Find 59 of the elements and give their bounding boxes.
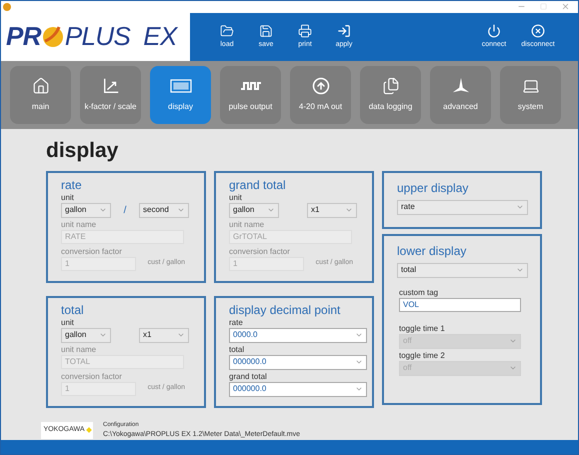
chart-axis-icon	[102, 76, 120, 95]
separator-text: /	[122, 204, 128, 218]
unit-dropdown[interactable]: x1	[139, 328, 189, 343]
pulse-wave-icon	[240, 80, 260, 91]
nav-tab[interactable]: data logging	[360, 66, 421, 124]
field-label: toggle time 2	[399, 350, 446, 361]
field-label: unit name	[61, 344, 98, 355]
house-icon	[32, 76, 50, 95]
field-label: toggle time 1	[399, 324, 446, 334]
decimal-dropdown[interactable]: 000000.0	[229, 354, 367, 370]
documents-icon	[382, 76, 400, 95]
close-circle-icon	[531, 24, 545, 38]
decimal-dropdown[interactable]: 0000.0	[229, 328, 367, 343]
close-icon[interactable]	[561, 2, 570, 12]
nav-tab[interactable]: system	[500, 66, 561, 124]
field-label: unit name	[61, 220, 98, 230]
field-label: conversion factor	[61, 246, 123, 257]
field-label: unit name	[229, 220, 266, 230]
nav-tab[interactable]: pulse output	[220, 66, 281, 124]
unit-dropdown[interactable]: gallon	[61, 202, 111, 218]
field-label: grand total	[229, 372, 268, 382]
field-label: rate	[229, 318, 244, 328]
field-label: unit	[229, 192, 243, 203]
unit-dropdown[interactable]: x1	[307, 202, 357, 218]
upper-display-dropdown[interactable]: rate	[397, 200, 528, 215]
arrow-icon	[337, 24, 351, 38]
unit-dropdown[interactable]: second	[139, 202, 189, 218]
field-label: total	[229, 344, 246, 355]
nav-tab[interactable]: k-factor / scale	[80, 66, 141, 124]
folder-icon	[220, 24, 234, 38]
logo: PR PLUS EX	[5, 20, 179, 54]
unit-dropdown[interactable]: gallon	[61, 328, 111, 343]
nav-tab[interactable]: display	[150, 66, 211, 124]
nav-tab[interactable]: 4-20 mA out	[290, 66, 351, 124]
decimal-dropdown[interactable]: 000000.0	[229, 382, 367, 397]
panel-title: lower display	[397, 244, 468, 259]
power-icon	[487, 24, 501, 38]
field-label: conversion factor	[61, 372, 123, 382]
panel-title: grand total	[229, 178, 287, 193]
field-label: unit	[61, 192, 75, 203]
panel-title: total	[61, 302, 85, 318]
printer-icon	[298, 24, 312, 38]
lower-display-dropdown[interactable]: total	[397, 262, 528, 278]
field-label: unit	[61, 318, 75, 328]
display-icon	[170, 78, 192, 93]
nav-tab[interactable]: advanced	[430, 66, 491, 124]
arrow-up-circle-icon	[312, 76, 330, 95]
panel-title: display decimal point	[229, 302, 342, 318]
page-heading: display	[46, 138, 120, 163]
nav-tab[interactable]: main	[10, 66, 71, 124]
panel-title: upper display	[397, 180, 470, 196]
app-icon	[3, 2, 11, 11]
custom-tag-field[interactable]: VOL	[399, 298, 521, 312]
field-label: conversion factor	[229, 246, 291, 257]
unit-dropdown[interactable]: gallon	[229, 202, 279, 218]
globe-icon	[40, 24, 65, 49]
field-label: custom tag	[399, 288, 440, 298]
maximize-icon[interactable]	[540, 3, 547, 10]
panel-title: rate	[61, 178, 83, 193]
